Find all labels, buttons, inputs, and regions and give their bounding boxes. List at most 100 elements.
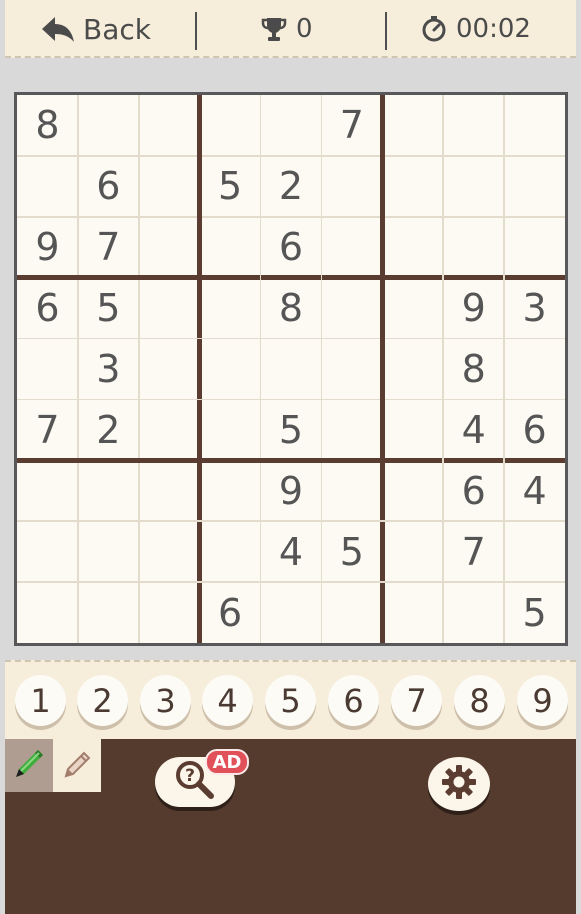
sudoku-cell[interactable]: [200, 521, 261, 582]
sudoku-cell[interactable]: [139, 460, 200, 521]
timer-value: 00:02: [456, 14, 531, 44]
sudoku-cell[interactable]: [200, 278, 261, 339]
sudoku-cell[interactable]: [139, 156, 200, 217]
sudoku-cell[interactable]: [78, 460, 139, 521]
sudoku-cell[interactable]: [382, 339, 443, 400]
number-button-6[interactable]: 6: [328, 675, 379, 726]
sudoku-cell[interactable]: [382, 399, 443, 460]
sudoku-cell[interactable]: 3: [504, 278, 565, 339]
back-button[interactable]: Back: [41, 0, 151, 58]
sudoku-cell[interactable]: 6: [78, 156, 139, 217]
sudoku-cell[interactable]: [261, 339, 322, 400]
sudoku-cell[interactable]: 6: [17, 278, 78, 339]
sudoku-cell[interactable]: 2: [78, 399, 139, 460]
sudoku-cell[interactable]: [321, 278, 382, 339]
number-button-4[interactable]: 4: [202, 675, 253, 726]
sudoku-cell[interactable]: [17, 582, 78, 643]
sudoku-cell[interactable]: 5: [78, 278, 139, 339]
svg-text:?: ?: [185, 766, 195, 786]
sudoku-cell[interactable]: [139, 521, 200, 582]
sudoku-cell[interactable]: 9: [261, 460, 322, 521]
sudoku-cell[interactable]: [321, 460, 382, 521]
sudoku-cell[interactable]: 4: [443, 399, 504, 460]
sudoku-cell[interactable]: 7: [321, 95, 382, 156]
number-button-7[interactable]: 7: [391, 675, 442, 726]
sudoku-cell[interactable]: 8: [261, 278, 322, 339]
sudoku-cell[interactable]: [382, 217, 443, 278]
sudoku-cell[interactable]: 6: [504, 399, 565, 460]
sudoku-cell[interactable]: [139, 217, 200, 278]
sudoku-cell[interactable]: [321, 217, 382, 278]
number-button-8[interactable]: 8: [454, 675, 505, 726]
sudoku-cell[interactable]: [78, 95, 139, 156]
sudoku-cell[interactable]: [261, 95, 322, 156]
sudoku-cell[interactable]: [17, 156, 78, 217]
number-button-9[interactable]: 9: [517, 675, 568, 726]
pencil-mode-button[interactable]: [53, 739, 101, 792]
sudoku-cell[interactable]: [382, 582, 443, 643]
sudoku-cell[interactable]: 9: [17, 217, 78, 278]
sudoku-cell[interactable]: [504, 521, 565, 582]
sudoku-cell[interactable]: 4: [261, 521, 322, 582]
sudoku-cell[interactable]: [321, 399, 382, 460]
sudoku-cell[interactable]: [17, 460, 78, 521]
sudoku-cell[interactable]: [139, 278, 200, 339]
sudoku-cell[interactable]: [321, 582, 382, 643]
sudoku-cell[interactable]: [261, 582, 322, 643]
sudoku-cell[interactable]: [382, 460, 443, 521]
number-button-5[interactable]: 5: [265, 675, 316, 726]
number-button-3[interactable]: 3: [140, 675, 191, 726]
sudoku-cell[interactable]: [504, 217, 565, 278]
sudoku-cell[interactable]: [504, 156, 565, 217]
sudoku-cell[interactable]: 8: [443, 339, 504, 400]
pen-mode-button[interactable]: [5, 739, 53, 792]
sudoku-cell[interactable]: [504, 339, 565, 400]
sudoku-cell[interactable]: [200, 217, 261, 278]
sudoku-cell[interactable]: 5: [504, 582, 565, 643]
sudoku-cell[interactable]: [443, 217, 504, 278]
sudoku-cell[interactable]: 6: [261, 217, 322, 278]
sudoku-cell[interactable]: 6: [200, 582, 261, 643]
sudoku-cell[interactable]: [443, 95, 504, 156]
sudoku-cell[interactable]: 9: [443, 278, 504, 339]
sudoku-cell[interactable]: [200, 460, 261, 521]
number-button-1[interactable]: 1: [15, 675, 66, 726]
sudoku-cell[interactable]: [139, 399, 200, 460]
sudoku-cell[interactable]: [17, 521, 78, 582]
sudoku-cell[interactable]: 8: [17, 95, 78, 156]
sudoku-cell[interactable]: 7: [78, 217, 139, 278]
sudoku-cell[interactable]: [443, 156, 504, 217]
sudoku-cell[interactable]: [200, 339, 261, 400]
sudoku-cell[interactable]: [382, 95, 443, 156]
back-label: Back: [83, 12, 151, 46]
sudoku-cell[interactable]: 6: [443, 460, 504, 521]
sudoku-cell[interactable]: 7: [17, 399, 78, 460]
sudoku-cell[interactable]: [200, 95, 261, 156]
sudoku-cell[interactable]: 2: [261, 156, 322, 217]
trophy-icon: [260, 15, 288, 43]
sudoku-cell[interactable]: [321, 339, 382, 400]
number-button-2[interactable]: 2: [77, 675, 128, 726]
sudoku-cell[interactable]: [17, 339, 78, 400]
sudoku-cell[interactable]: [139, 339, 200, 400]
sudoku-cell[interactable]: 3: [78, 339, 139, 400]
score-display: 0: [260, 0, 313, 58]
sudoku-cell[interactable]: 4: [504, 460, 565, 521]
sudoku-cell[interactable]: [382, 521, 443, 582]
sudoku-cell[interactable]: 5: [200, 156, 261, 217]
sudoku-cell[interactable]: [321, 156, 382, 217]
sudoku-cell[interactable]: [382, 156, 443, 217]
sudoku-cell[interactable]: 5: [261, 399, 322, 460]
sudoku-cell[interactable]: [78, 521, 139, 582]
sudoku-cell[interactable]: [443, 582, 504, 643]
sudoku-cell[interactable]: [78, 582, 139, 643]
sudoku-cell[interactable]: [139, 582, 200, 643]
sudoku-cell[interactable]: 7: [443, 521, 504, 582]
sudoku-cell[interactable]: [382, 278, 443, 339]
sudoku-cell[interactable]: [139, 95, 200, 156]
header-divider: [195, 12, 197, 50]
sudoku-cell[interactable]: [504, 95, 565, 156]
settings-button[interactable]: [428, 757, 490, 811]
sudoku-cell[interactable]: [200, 399, 261, 460]
sudoku-cell[interactable]: 5: [321, 521, 382, 582]
